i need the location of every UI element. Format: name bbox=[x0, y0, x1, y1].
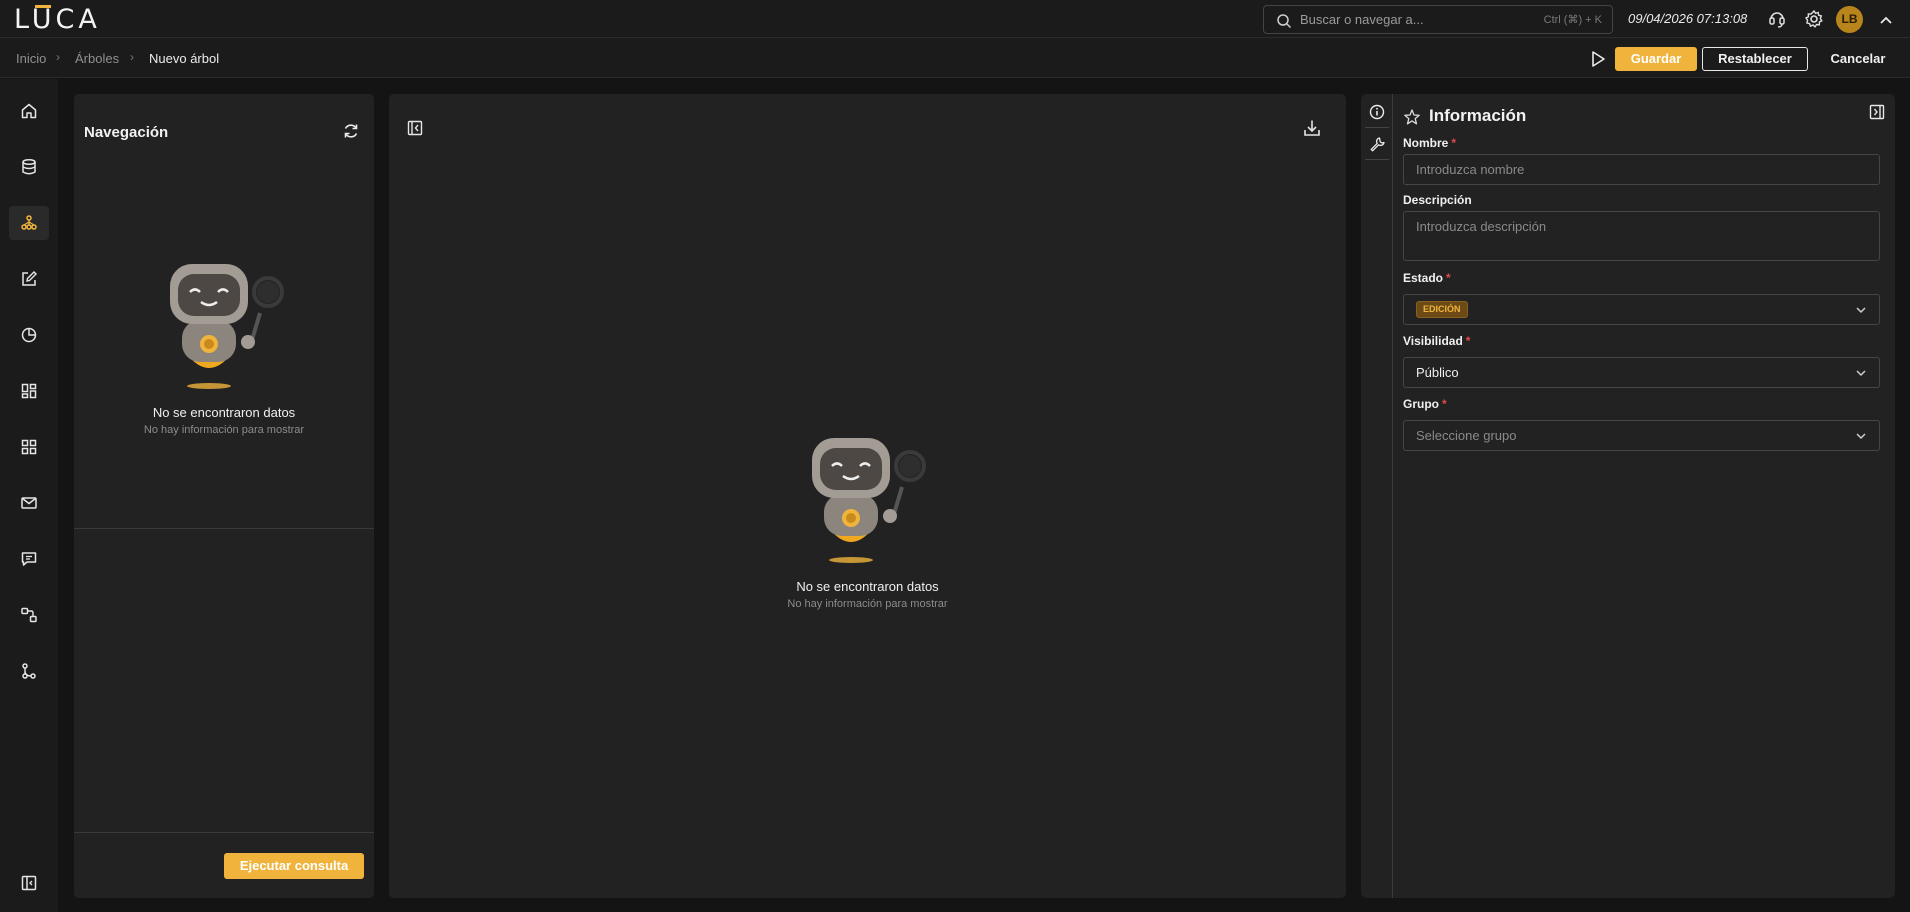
home-icon bbox=[21, 103, 37, 119]
search-icon bbox=[1277, 14, 1292, 29]
tree-icon bbox=[21, 215, 37, 230]
tree-canvas-panel: No se encontraron datos No hay informaci… bbox=[389, 94, 1346, 898]
nav-mail[interactable] bbox=[9, 486, 49, 520]
canvas-empty-title: No se encontraron datos bbox=[796, 579, 939, 594]
top-bar: LUCA Buscar o navegar a... Ctrl (⌘) + K … bbox=[0, 0, 1910, 38]
tab-information[interactable] bbox=[1365, 100, 1389, 124]
download-icon[interactable] bbox=[1302, 118, 1322, 138]
global-search[interactable]: Buscar o navegar a... Ctrl (⌘) + K bbox=[1263, 5, 1613, 34]
nav-comments[interactable] bbox=[9, 542, 49, 576]
group-label-text: Grupo bbox=[1403, 397, 1439, 411]
collapse-sidebar-button[interactable] bbox=[9, 866, 49, 900]
info-tabstrip bbox=[1361, 94, 1393, 898]
info-icon bbox=[1369, 104, 1385, 120]
required-mark: * bbox=[1451, 136, 1457, 150]
empty-state-robot-icon bbox=[170, 264, 284, 389]
support-agent-icon[interactable] bbox=[1767, 9, 1787, 29]
refresh-icon[interactable] bbox=[342, 122, 360, 140]
database-icon bbox=[22, 158, 36, 175]
reset-button[interactable]: Restablecer bbox=[1702, 47, 1808, 71]
dashboard-icon bbox=[21, 383, 37, 399]
navigation-empty-subtitle: No hay información para mostrar bbox=[143, 424, 305, 436]
nav-branches[interactable] bbox=[9, 654, 49, 688]
description-field[interactable]: Introduzca descripción bbox=[1403, 211, 1880, 261]
breadcrumb-separator-icon: › bbox=[56, 50, 60, 64]
tab-settings[interactable] bbox=[1365, 132, 1389, 156]
information-title: Información bbox=[1429, 106, 1527, 125]
run-query-button[interactable]: Ejecutar consulta bbox=[224, 853, 364, 879]
visibility-label: Visibilidad * bbox=[1403, 334, 1470, 348]
cancel-button[interactable]: Cancelar bbox=[1818, 47, 1898, 71]
current-datetime: 09/04/2026 07:13:08 bbox=[1628, 11, 1748, 26]
nav-widgets[interactable] bbox=[9, 430, 49, 464]
wrench-icon bbox=[1370, 137, 1385, 152]
status-badge: EDICIÓN bbox=[1416, 301, 1468, 318]
app-logo[interactable]: LUCA bbox=[14, 4, 101, 35]
visibility-value: Público bbox=[1416, 365, 1459, 380]
description-placeholder: Introduzca descripción bbox=[1416, 219, 1547, 234]
collapse-panel-icon[interactable] bbox=[407, 120, 423, 136]
name-label: Nombre * bbox=[1403, 136, 1456, 150]
panel-divider bbox=[74, 528, 374, 529]
name-label-text: Nombre bbox=[1403, 136, 1449, 150]
chevron-down-icon bbox=[1856, 370, 1866, 377]
logo-accent bbox=[35, 5, 51, 8]
status-label: Estado * bbox=[1403, 271, 1451, 285]
branch-icon bbox=[22, 663, 36, 679]
breadcrumb-current: Nuevo árbol bbox=[149, 51, 220, 66]
settings-gear-icon[interactable] bbox=[1804, 9, 1824, 29]
mail-icon bbox=[21, 497, 37, 509]
description-label: Descripción bbox=[1403, 193, 1472, 207]
nav-database[interactable] bbox=[9, 150, 49, 184]
name-field[interactable]: Introduzca nombre bbox=[1403, 154, 1880, 185]
information-panel: Información Nombre * Introduzca nombre De… bbox=[1361, 94, 1895, 898]
nav-workflows[interactable] bbox=[9, 598, 49, 632]
play-icon[interactable] bbox=[1588, 49, 1608, 69]
nav-home[interactable] bbox=[9, 94, 49, 128]
collapse-sidebar-icon bbox=[21, 875, 37, 891]
required-mark: * bbox=[1442, 397, 1447, 411]
nav-edit[interactable] bbox=[9, 262, 49, 296]
navigation-panel-title: Navegación bbox=[84, 124, 169, 141]
group-select[interactable]: Seleccione grupo bbox=[1403, 420, 1880, 451]
page-toolbar: Inicio › Árboles › Nuevo árbol Guardar R… bbox=[0, 38, 1910, 78]
search-placeholder: Buscar o navegar a... bbox=[1300, 12, 1424, 27]
breadcrumb-home[interactable]: Inicio bbox=[16, 51, 46, 66]
navigation-panel: Navegación No se encontraron datos No ha… bbox=[74, 94, 374, 898]
user-avatar[interactable]: LB bbox=[1836, 6, 1863, 33]
pie-chart-icon bbox=[21, 327, 37, 343]
group-placeholder: Seleccione grupo bbox=[1416, 428, 1517, 443]
panel-divider bbox=[74, 832, 374, 833]
chevron-up-icon[interactable] bbox=[1876, 11, 1896, 31]
tab-separator bbox=[1365, 127, 1389, 128]
visibility-label-text: Visibilidad bbox=[1403, 334, 1463, 348]
visibility-select[interactable]: Público bbox=[1403, 357, 1880, 388]
nav-charts[interactable] bbox=[9, 318, 49, 352]
name-placeholder: Introduzca nombre bbox=[1416, 162, 1525, 177]
chevron-down-icon bbox=[1856, 433, 1866, 440]
chevron-down-icon bbox=[1856, 307, 1866, 314]
widgets-icon bbox=[21, 439, 37, 455]
navigation-empty-title: No se encontraron datos bbox=[152, 405, 296, 420]
required-mark: * bbox=[1446, 271, 1451, 285]
breadcrumb-separator-icon: › bbox=[130, 50, 134, 64]
group-label: Grupo * bbox=[1403, 397, 1447, 411]
search-shortcut: Ctrl (⌘) + K bbox=[1543, 14, 1602, 26]
status-select[interactable]: EDICIÓN bbox=[1403, 294, 1880, 325]
collapse-right-panel-icon[interactable] bbox=[1869, 104, 1885, 120]
save-button[interactable]: Guardar bbox=[1615, 47, 1697, 71]
comment-icon bbox=[21, 552, 37, 566]
required-mark: * bbox=[1465, 334, 1471, 348]
star-icon[interactable] bbox=[1403, 108, 1421, 126]
canvas-empty-subtitle: No hay información para mostrar bbox=[787, 598, 948, 610]
workflow-icon bbox=[21, 607, 37, 623]
edit-icon bbox=[22, 271, 37, 286]
empty-state-robot-icon bbox=[812, 438, 926, 563]
nav-trees[interactable] bbox=[9, 206, 49, 240]
nav-dashboards[interactable] bbox=[9, 374, 49, 408]
status-label-text: Estado bbox=[1403, 271, 1444, 285]
tab-separator bbox=[1365, 159, 1389, 160]
side-navigation bbox=[0, 79, 58, 912]
breadcrumb-trees[interactable]: Árboles bbox=[75, 51, 119, 66]
